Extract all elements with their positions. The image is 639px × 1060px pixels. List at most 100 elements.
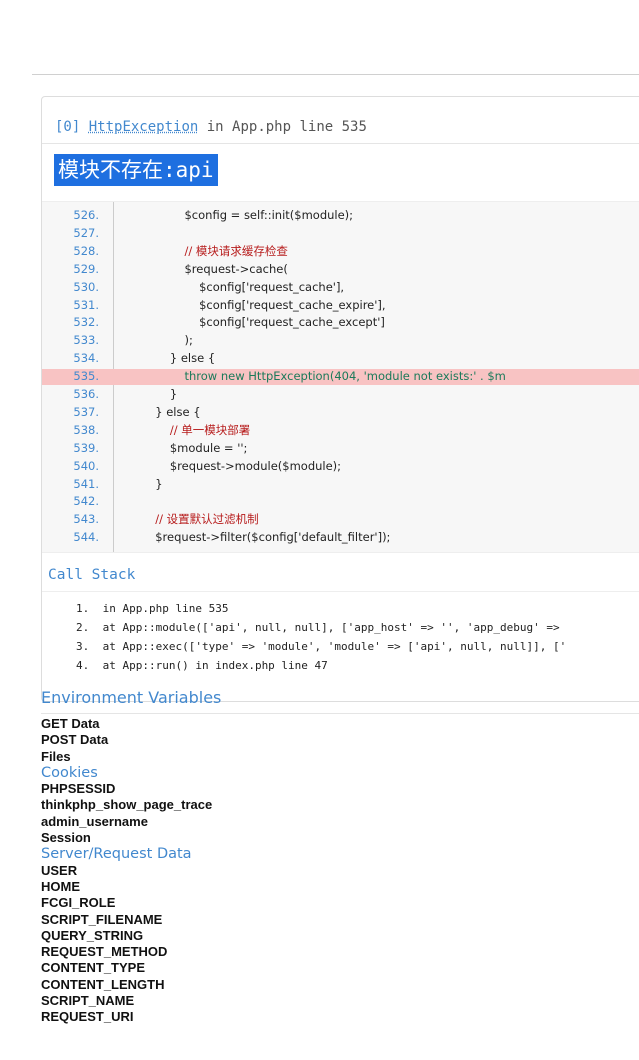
- line-code: throw new HttpException(404, 'module not…: [126, 369, 506, 384]
- environment-variable-label: FCGI_ROLE: [41, 895, 116, 911]
- call-stack-item: 2. at App::module(['api', null, null], […: [76, 621, 560, 639]
- line-code: $request->module($module);: [126, 458, 342, 473]
- line-number: 539.: [73, 440, 99, 455]
- line-code: // 单一模块部署: [126, 422, 251, 437]
- environment-variable-label: Files: [41, 748, 71, 764]
- exception-class-link[interactable]: HttpException: [89, 119, 199, 135]
- call-stack-number: 1.: [76, 602, 90, 615]
- line-code: // 模块请求缓存检查: [126, 243, 288, 258]
- call-stack-text: in App.php line 535: [96, 602, 229, 615]
- line-number: 544.: [73, 530, 99, 545]
- line-number: 536.: [73, 387, 99, 401]
- source-line: 533. );: [42, 333, 639, 349]
- environment-variable-label: QUERY_STRING: [41, 927, 144, 943]
- environment-section-title: Server/Request Data: [41, 846, 192, 863]
- line-number: 533.: [73, 333, 99, 348]
- call-stack-divider: [42, 591, 639, 592]
- line-number: 541.: [73, 476, 99, 491]
- source-line: 531. $config['request_cache_expire'],: [42, 298, 639, 314]
- exception-panel: [0] HttpException in App.php line 535 模块…: [41, 96, 639, 702]
- source-line: 543. // 设置默认过滤机制: [42, 512, 639, 528]
- environment-variable-label: SCRIPT_FILENAME: [41, 911, 163, 927]
- exception-location: in App.php line 535: [206, 119, 367, 135]
- environment-section-title: Cookies: [41, 764, 98, 781]
- line-number: 542.: [73, 494, 99, 509]
- environment-variable-label: CONTENT_LENGTH: [41, 976, 165, 992]
- environment-variable-label: GET Data: [41, 716, 100, 731]
- line-code: $module = '';: [126, 440, 248, 455]
- environment-variables-title: Environment Variables: [41, 688, 222, 707]
- line-code: $request->cache(: [126, 261, 288, 276]
- source-line: 541. }: [42, 477, 639, 493]
- source-line: 537. } else {: [42, 405, 639, 421]
- line-number: 535.: [73, 369, 99, 384]
- line-code: $config = self::init($module);: [126, 208, 354, 222]
- line-code: } else {: [126, 404, 201, 419]
- line-number: 531.: [73, 297, 99, 312]
- line-number: 529.: [73, 261, 99, 276]
- environment-variable-label: thinkphp_show_page_trace: [41, 797, 213, 813]
- call-stack-text: at App::module(['api', null, null], ['ap…: [96, 621, 560, 634]
- environment-variable-label: POST Data: [41, 732, 109, 748]
- line-number: 532.: [73, 315, 99, 330]
- source-line: 530. $config['request_cache'],: [42, 280, 639, 296]
- environment-variable-label: REQUEST_METHOD: [41, 944, 168, 960]
- call-stack-text: at App::exec(['type' => 'module', 'modul…: [96, 640, 567, 653]
- line-number: 538.: [73, 422, 99, 437]
- line-number: 543.: [73, 512, 99, 527]
- header-divider: [42, 143, 639, 144]
- source-line: 542.: [42, 494, 639, 510]
- source-line: 527.: [42, 226, 639, 242]
- line-number: 528.: [73, 243, 99, 258]
- call-stack-title: Call Stack: [48, 567, 136, 583]
- source-line-highlighted: 535. throw new HttpException(404, 'modul…: [42, 369, 639, 385]
- source-line: 526. $config = self::init($module);: [42, 208, 639, 224]
- call-stack-number: 4.: [76, 659, 90, 672]
- source-line: 538. // 单一模块部署: [42, 423, 639, 439]
- line-code: } else {: [126, 351, 216, 366]
- line-number: 534.: [73, 351, 99, 366]
- environment-variables-list: GET Data POST Data Files Cookies PHPSESSID th…: [41, 716, 639, 1026]
- environment-variable-label: HOME: [41, 878, 80, 894]
- line-code: );: [126, 333, 193, 348]
- source-line: 529. $request->cache(: [42, 262, 639, 278]
- exception-message: 模块不存在:api: [54, 154, 218, 186]
- line-code: $request->filter($config['default_filter…: [126, 530, 391, 545]
- environment-variable-label: SCRIPT_NAME: [41, 993, 135, 1009]
- source-line: 544. $request->filter($config['default_f…: [42, 530, 639, 546]
- source-line: 532. $config['request_cache_except']: [42, 315, 639, 331]
- source-line: 539. $module = '';: [42, 441, 639, 457]
- line-number: 530.: [73, 279, 99, 294]
- call-stack-number: 3.: [76, 640, 90, 653]
- line-code: // 设置默认过滤机制: [126, 512, 259, 527]
- environment-variable-label: REQUEST_URI: [41, 1009, 134, 1025]
- exception-header: [0] HttpException in App.php line 535: [55, 119, 367, 135]
- environment-divider: [41, 713, 639, 714]
- environment-variable-label: admin_username: [41, 813, 148, 829]
- line-code: $config['request_cache_except']: [126, 315, 385, 330]
- line-number: 527.: [73, 225, 99, 240]
- call-stack-text: at App::run() in index.php line 47: [96, 659, 328, 672]
- line-number: 526.: [73, 208, 99, 222]
- source-line: 528. // 模块请求缓存检查: [42, 244, 639, 260]
- source-line: 534. } else {: [42, 351, 639, 367]
- line-number: 540.: [73, 458, 99, 473]
- exception-index: [0]: [55, 119, 81, 135]
- call-stack-item: 3. at App::exec(['type' => 'module', 'mo…: [76, 640, 566, 658]
- environment-variable-label: CONTENT_TYPE: [41, 960, 146, 976]
- source-line: 536. }: [42, 387, 639, 403]
- call-stack-number: 2.: [76, 621, 90, 634]
- line-code: $config['request_cache'],: [126, 279, 345, 294]
- line-number: 537.: [73, 404, 99, 419]
- environment-variable-label: USER: [41, 862, 78, 878]
- call-stack-item: 1. in App.php line 535: [76, 602, 228, 620]
- top-divider: [32, 74, 639, 75]
- call-stack-item: 4. at App::run() in index.php line 47: [76, 659, 328, 677]
- source-line: 540. $request->module($module);: [42, 459, 639, 475]
- source-code-block: 526. $config = self::init($module); 527. 5…: [42, 201, 639, 553]
- line-code: $config['request_cache_expire'],: [126, 297, 386, 312]
- environment-variable-label: PHPSESSID: [41, 781, 116, 797]
- line-code: }: [126, 476, 163, 491]
- environment-variable-label: Session: [41, 830, 91, 846]
- line-code: }: [126, 387, 178, 401]
